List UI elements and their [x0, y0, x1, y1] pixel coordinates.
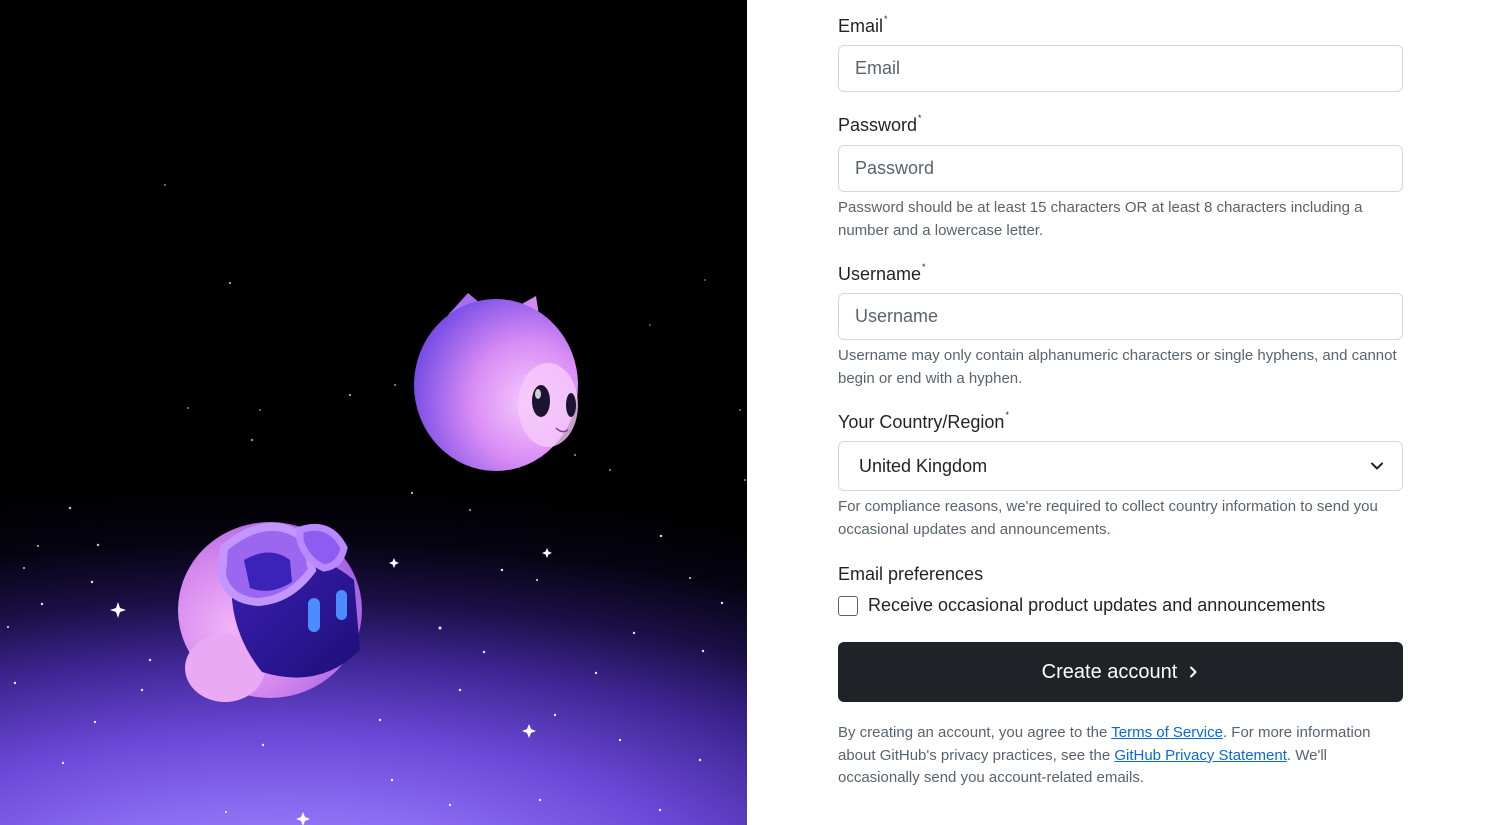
required-mark: * [918, 113, 922, 123]
password-hint: Password should be at least 15 character… [838, 199, 1363, 239]
password-input[interactable] [838, 145, 1403, 192]
email-preferences-title: Email preferences [838, 564, 984, 584]
username-label-text: Username [838, 264, 922, 284]
username-label: Username* [838, 262, 926, 285]
updates-checkbox-label[interactable]: Receive occasional product updates and a… [868, 595, 1325, 616]
email-preferences-row[interactable]: Receive occasional product updates and a… [838, 595, 1325, 616]
country-select-value: United Kingdom [859, 455, 988, 476]
terms-of-service-link[interactable]: Terms of Service [1111, 724, 1223, 741]
stars [7, 184, 746, 813]
updates-checkbox[interactable] [838, 595, 858, 616]
privacy-statement-link[interactable]: GitHub Privacy Statement [1114, 747, 1287, 764]
country-label-text: Your Country/Region [838, 412, 1005, 432]
username-hint: Username may only contain alphanumeric c… [838, 347, 1397, 387]
create-account-label: Create account [1041, 660, 1178, 683]
username-input[interactable] [838, 293, 1403, 340]
password-label: Password* [838, 113, 922, 136]
email-label-text: Email [838, 16, 884, 36]
chevron-right-icon [1190, 666, 1197, 678]
email-input[interactable] [838, 45, 1403, 92]
chevron-down-icon [1371, 462, 1383, 470]
cat-mascot [414, 293, 578, 471]
email-label: Email* [838, 14, 888, 37]
create-account-button[interactable]: Create account [838, 642, 1403, 702]
password-label-text: Password [838, 115, 918, 135]
required-mark: * [1005, 410, 1009, 420]
legal-notice: By creating an account, you agree to the… [838, 722, 1403, 790]
space-illustration [7, 184, 746, 825]
country-select[interactable]: United Kingdom [838, 441, 1403, 491]
required-mark: * [922, 262, 926, 272]
legal-text-1: By creating an account, you agree to the [838, 724, 1112, 741]
space-illustration-panel [0, 0, 747, 825]
country-label: Your Country/Region* [838, 410, 1009, 433]
required-mark: * [884, 14, 888, 24]
robot-mascot [178, 522, 362, 702]
country-hint: For compliance reasons, we're required t… [838, 498, 1378, 538]
